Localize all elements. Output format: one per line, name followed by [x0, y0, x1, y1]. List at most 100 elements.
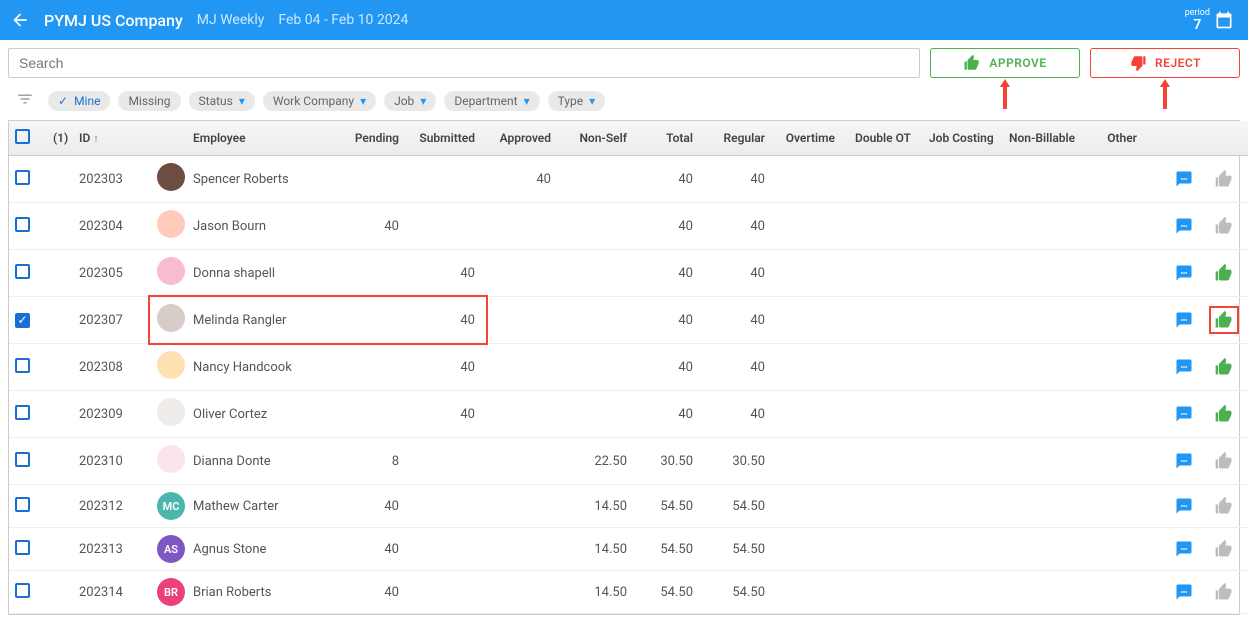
col-other[interactable]: Other — [1085, 121, 1151, 156]
note-icon[interactable] — [1171, 402, 1197, 426]
row-id: 202308 — [73, 344, 151, 391]
search-input[interactable] — [8, 48, 920, 78]
row-id: 202303 — [73, 156, 151, 203]
reject-button[interactable]: REJECT — [1090, 48, 1240, 78]
back-icon[interactable] — [10, 10, 30, 30]
approve-button[interactable]: APPROVE — [930, 48, 1080, 78]
table-row[interactable]: 202314 BR Brian Roberts 40 14.50 54.50 5… — [9, 571, 1248, 614]
avatar — [157, 210, 185, 238]
col-employee[interactable]: Employee — [187, 121, 337, 156]
row-checkbox[interactable] — [15, 170, 30, 185]
row-submitted — [413, 485, 489, 528]
note-icon[interactable] — [1171, 537, 1197, 561]
col-approved[interactable]: Approved — [489, 121, 565, 156]
table-row[interactable]: 202312 MC Mathew Carter 40 14.50 54.50 5… — [9, 485, 1248, 528]
row-submitted: 40 — [413, 344, 489, 391]
filter-mine[interactable]: ✓Mine — [48, 91, 110, 111]
filter-icon[interactable] — [10, 90, 40, 112]
row-checkbox[interactable] — [15, 540, 30, 555]
col-submitted[interactable]: Submitted — [413, 121, 489, 156]
note-icon[interactable] — [1171, 580, 1197, 604]
filter-department[interactable]: Department▾ — [444, 91, 539, 111]
col-job-costing[interactable]: Job Costing — [923, 121, 1003, 156]
row-checkbox[interactable] — [15, 217, 30, 232]
note-icon[interactable] — [1171, 494, 1197, 518]
filter-missing[interactable]: Missing — [118, 91, 180, 111]
filter-status[interactable]: Status▾ — [189, 91, 255, 111]
approve-row-button[interactable] — [1211, 355, 1237, 379]
row-checkbox[interactable]: ✓ — [15, 313, 30, 328]
row-regular: 54.50 — [707, 485, 779, 528]
approve-row-button[interactable] — [1211, 214, 1237, 238]
row-approved — [489, 250, 565, 297]
row-submitted: 40 — [413, 391, 489, 438]
row-employee: Spencer Roberts — [187, 156, 337, 203]
row-checkbox[interactable] — [15, 405, 30, 420]
col-id[interactable]: ID ↑ — [73, 121, 151, 156]
filter-work-company[interactable]: Work Company▾ — [263, 91, 376, 111]
row-checkbox[interactable] — [15, 452, 30, 467]
row-id: 202314 — [73, 571, 151, 614]
col-non-self[interactable]: Non-Self — [565, 121, 641, 156]
row-approved — [489, 203, 565, 250]
approve-row-button[interactable] — [1211, 449, 1237, 473]
row-submitted: 40 — [413, 250, 489, 297]
filter-bar: ✓Mine Missing Status▾ Work Company▾ Job▾… — [8, 86, 1240, 120]
avatar — [157, 304, 185, 332]
col-total[interactable]: Total — [641, 121, 707, 156]
filter-type[interactable]: Type▾ — [548, 91, 606, 111]
row-approved — [489, 528, 565, 571]
note-icon[interactable] — [1171, 308, 1197, 332]
calendar-icon[interactable] — [1214, 10, 1234, 30]
table-row[interactable]: 202313 AS Agnus Stone 40 14.50 54.50 54.… — [9, 528, 1248, 571]
note-icon[interactable] — [1171, 214, 1197, 238]
select-all-checkbox[interactable] — [15, 129, 30, 144]
table-row[interactable]: 202309 Oliver Cortez 40 40 40 — [9, 391, 1248, 438]
row-checkbox[interactable] — [15, 264, 30, 279]
row-non-self — [565, 250, 641, 297]
col-non-billable[interactable]: Non-Billable — [1003, 121, 1085, 156]
table-row[interactable]: 202304 Jason Bourn 40 40 40 — [9, 203, 1248, 250]
row-pending: 40 — [337, 203, 413, 250]
approve-row-button[interactable] — [1211, 167, 1237, 191]
table-row[interactable]: 202308 Nancy Handcook 40 40 40 — [9, 344, 1248, 391]
col-regular[interactable]: Regular — [707, 121, 779, 156]
row-pending — [337, 250, 413, 297]
approve-row-button[interactable] — [1211, 580, 1237, 604]
row-total: 40 — [641, 297, 707, 344]
filter-job[interactable]: Job▾ — [384, 91, 436, 111]
company-name[interactable]: PYMJ US Company — [44, 11, 183, 30]
action-bar: APPROVE REJECT — [8, 48, 1240, 78]
row-checkbox[interactable] — [15, 583, 30, 598]
avatar: AS — [157, 535, 185, 563]
row-checkbox[interactable] — [15, 358, 30, 373]
note-icon[interactable] — [1171, 167, 1197, 191]
row-pending — [337, 344, 413, 391]
row-submitted — [413, 156, 489, 203]
col-double-ot[interactable]: Double OT — [849, 121, 923, 156]
note-icon[interactable] — [1171, 355, 1197, 379]
row-employee: Melinda Rangler — [187, 297, 337, 344]
row-non-self — [565, 391, 641, 438]
col-overtime[interactable]: Overtime — [779, 121, 849, 156]
row-checkbox[interactable] — [15, 497, 30, 512]
table-row[interactable]: ✓ 202307 Melinda Rangler 40 40 40 — [9, 297, 1248, 344]
col-pending[interactable]: Pending — [337, 121, 413, 156]
table-row[interactable]: 202305 Donna shapell 40 40 40 — [9, 250, 1248, 297]
row-regular: 30.50 — [707, 438, 779, 485]
note-icon[interactable] — [1171, 449, 1197, 473]
table-row[interactable]: 202303 Spencer Roberts 40 40 40 — [9, 156, 1248, 203]
approve-row-button[interactable] — [1211, 261, 1237, 285]
approve-row-button[interactable] — [1211, 308, 1237, 332]
period-selector[interactable]: period 7 — [1185, 9, 1238, 32]
approve-row-button[interactable] — [1211, 537, 1237, 561]
table-row[interactable]: 202310 Dianna Donte 8 22.50 30.50 30.50 — [9, 438, 1248, 485]
row-non-self — [565, 203, 641, 250]
row-approved — [489, 391, 565, 438]
note-icon[interactable] — [1171, 261, 1197, 285]
approve-row-button[interactable] — [1211, 494, 1237, 518]
row-regular: 40 — [707, 250, 779, 297]
approve-row-button[interactable] — [1211, 402, 1237, 426]
row-regular: 40 — [707, 391, 779, 438]
row-id: 202310 — [73, 438, 151, 485]
